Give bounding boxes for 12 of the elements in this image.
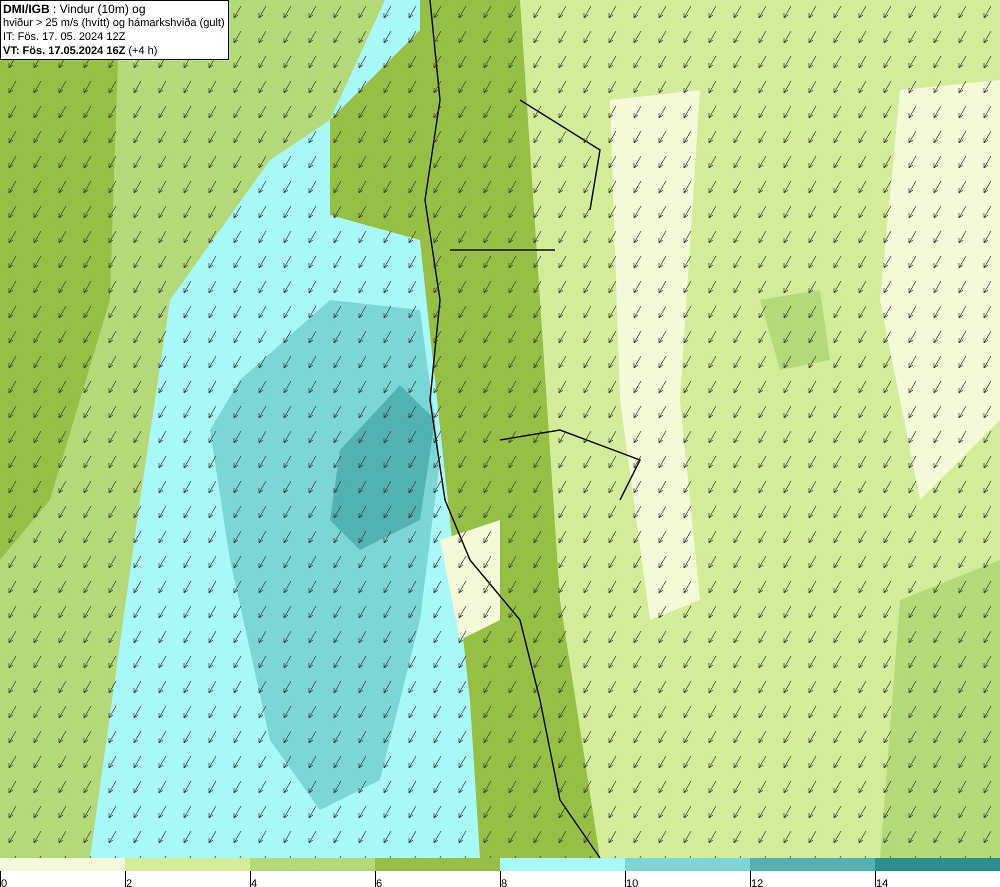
- legend-tick-label: 8: [501, 878, 508, 887]
- title-line: VT: Fös. 17.05.2024 16Z (+4 h): [3, 44, 158, 58]
- legend-tick-label: 14: [876, 878, 888, 887]
- legend-tick-label: 0: [1, 878, 8, 887]
- title-line: hviður > 25 m/s (hvítt) og hámarkshviða (gult): [3, 16, 226, 30]
- title-line: IT: Fös. 17. 05. 2024 12Z: [3, 30, 126, 44]
- title-line: DMI/IGB : Vindur (10m) og: [3, 2, 146, 16]
- legend-tick-label: 2: [126, 878, 132, 887]
- legend-tick-label: 12: [751, 878, 764, 887]
- legend-tick-label: 4: [251, 878, 258, 887]
- legend-tick-label: 6: [376, 878, 382, 887]
- legend-tick-label: 10: [626, 878, 638, 887]
